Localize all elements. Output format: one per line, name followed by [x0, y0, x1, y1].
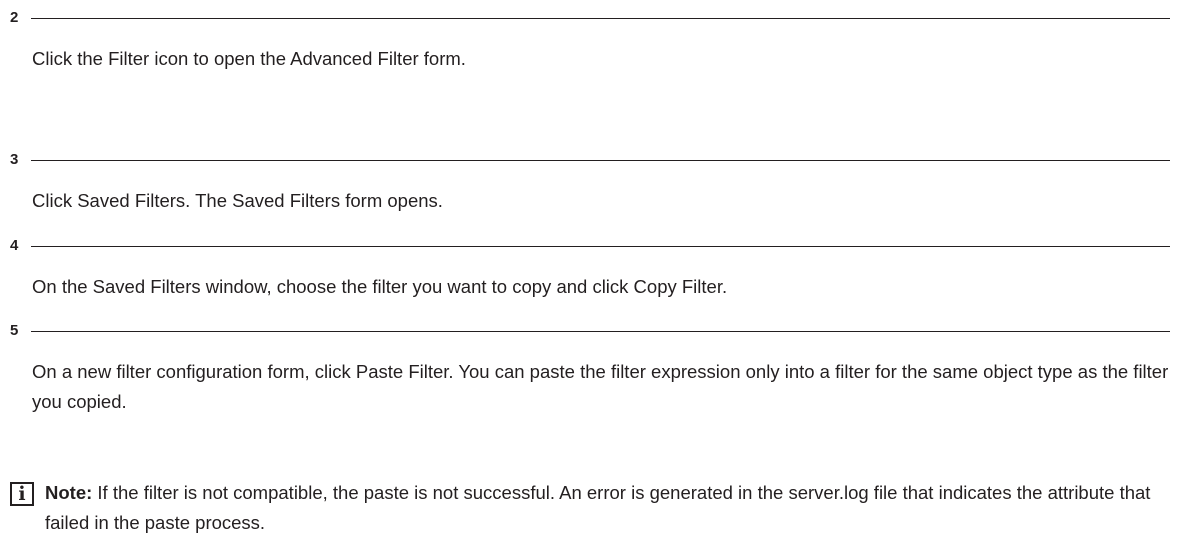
step-number: 3 — [10, 151, 19, 168]
info-icon: i — [10, 482, 34, 506]
step-header: 2 — [10, 8, 1170, 28]
step-number: 2 — [10, 9, 19, 26]
note-label: Note: — [45, 482, 93, 503]
note-callout: i Note: If the filter is not compatible,… — [10, 482, 1170, 538]
step-divider — [31, 331, 1170, 332]
step-text: On the Saved Filters window, choose the … — [32, 276, 728, 297]
step-text: On a new filter configuration form, clic… — [32, 361, 1169, 412]
step-5: 5 On a new filter configuration form, cl… — [10, 321, 1170, 417]
step-divider — [31, 160, 1170, 161]
step-4: 4 On the Saved Filters window, choose th… — [10, 236, 1170, 302]
step-header: 3 — [10, 150, 1170, 170]
step-header: 5 — [10, 321, 1170, 341]
step-divider — [31, 246, 1170, 247]
step-text: Click Saved Filters. The Saved Filters f… — [32, 190, 443, 211]
step-header: 4 — [10, 236, 1170, 256]
step-3: 3 Click Saved Filters. The Saved Filters… — [10, 150, 1170, 216]
step-text: Click the Filter icon to open the Advanc… — [32, 48, 466, 69]
step-divider — [31, 18, 1170, 19]
note-text: Note: If the filter is not compatible, t… — [45, 478, 1170, 538]
step-number: 4 — [10, 237, 19, 254]
note-body: If the filter is not compatible, the pas… — [45, 482, 1151, 533]
step-number: 5 — [10, 322, 19, 339]
step-2: 2 Click the Filter icon to open the Adva… — [10, 8, 1170, 74]
